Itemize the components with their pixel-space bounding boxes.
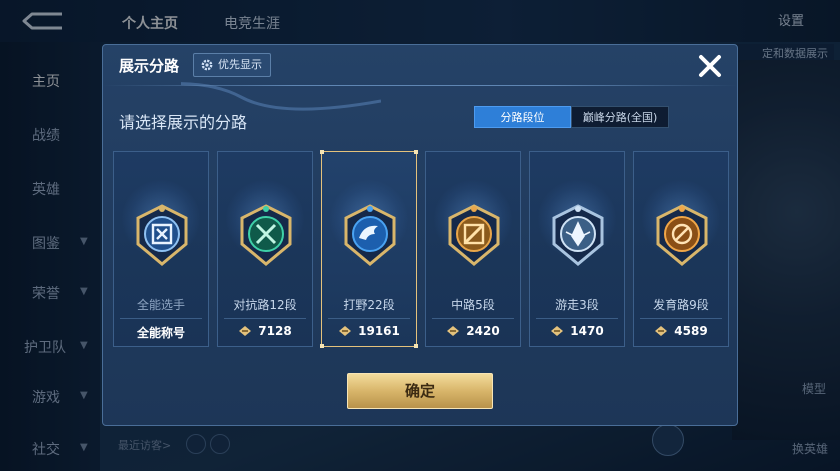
lane-name: 中路5段 — [451, 298, 495, 312]
corner-dot — [414, 344, 418, 348]
lane-stat-value: 2420 — [466, 324, 500, 338]
corner-dot — [320, 344, 324, 348]
lane-name: 打野22段 — [343, 298, 395, 312]
roam-emblem-icon — [552, 204, 604, 266]
corner-dot — [414, 150, 418, 154]
proficiency-icon — [655, 326, 668, 336]
lane-stat: 19161 — [322, 324, 416, 338]
lane-card-clash[interactable]: 对抗路12段 7128 — [217, 151, 313, 347]
lane-stat: 2420 — [426, 324, 520, 338]
proficiency-icon — [339, 326, 352, 336]
priority-display-label: 优先显示 — [218, 58, 262, 71]
lane-display-dialog: 展示分路 优先显示 请选择展示的分路 分路段位 巅峰分路(全国) 全能选手 全能… — [102, 44, 738, 426]
dialog-subtitle: 请选择展示的分路 — [119, 113, 248, 132]
all-round-emblem-icon — [136, 204, 188, 266]
dialog-title: 展示分路 — [119, 57, 180, 75]
proficiency-icon — [239, 326, 252, 336]
tab-lane-rank[interactable]: 分路段位 — [474, 106, 571, 128]
lane-card-all-round[interactable]: 全能选手 全能称号 — [113, 151, 209, 347]
tab-peak-lane-national[interactable]: 巅峰分路(全国) — [571, 106, 669, 128]
gear-icon — [201, 59, 213, 71]
lane-name: 游走3段 — [555, 298, 599, 312]
priority-display-button[interactable]: 优先显示 — [193, 53, 271, 77]
lane-card-jungle[interactable]: 打野22段 19161 — [320, 150, 418, 348]
farm-lane-emblem-icon — [656, 204, 708, 266]
lane-card-mid[interactable]: 中路5段 2420 — [425, 151, 521, 347]
lane-name: 发育路9段 — [653, 298, 709, 312]
lane-stat: 全能称号 — [114, 324, 208, 341]
confirm-button[interactable]: 确定 — [347, 373, 493, 409]
card-divider — [432, 318, 514, 319]
lane-stat-value: 4589 — [674, 324, 708, 338]
lane-stat: 7128 — [218, 324, 312, 338]
card-divider — [224, 318, 306, 319]
mid-lane-emblem-icon — [448, 204, 500, 266]
lane-card-farm[interactable]: 发育路9段 4589 — [633, 151, 729, 347]
lane-name: 对抗路12段 — [233, 298, 297, 312]
proficiency-icon — [551, 326, 564, 336]
lane-card-roam[interactable]: 游走3段 1470 — [529, 151, 625, 347]
clash-lane-emblem-icon — [240, 204, 292, 266]
lane-stat-value: 7128 — [258, 324, 292, 338]
close-icon[interactable] — [693, 49, 727, 83]
lane-stat: 1470 — [530, 324, 624, 338]
lane-stat: 4589 — [634, 324, 728, 338]
lane-name: 全能选手 — [136, 298, 185, 312]
card-divider — [120, 318, 202, 319]
card-divider — [536, 318, 618, 319]
lane-stat-value: 全能称号 — [136, 326, 185, 340]
lane-stat-value: 1470 — [570, 324, 604, 338]
card-divider — [640, 318, 722, 319]
proficiency-icon — [447, 326, 460, 336]
jungle-emblem-icon — [344, 204, 396, 266]
corner-dot — [320, 150, 324, 154]
lane-stat-value: 19161 — [358, 324, 400, 338]
header-divider — [103, 85, 737, 86]
card-divider — [328, 318, 410, 319]
